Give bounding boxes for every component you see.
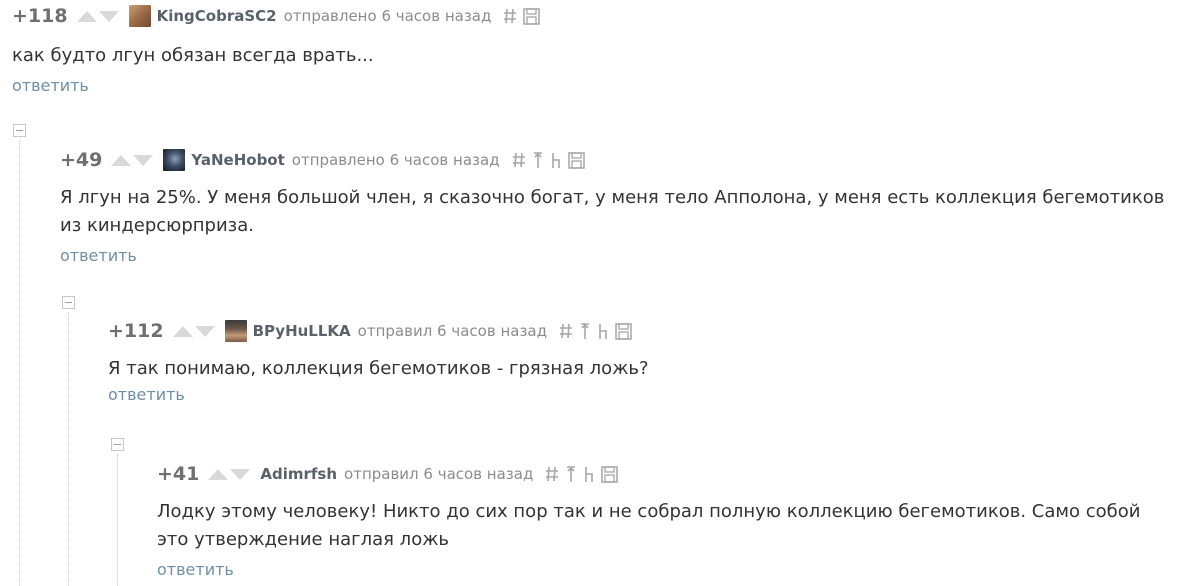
username[interactable]: BPyHuLLKA <box>253 322 351 340</box>
vote-down-icon[interactable] <box>230 468 251 480</box>
save-icon[interactable] <box>523 5 541 27</box>
vote-down-icon[interactable] <box>133 154 154 166</box>
timestamp: отправил 6 часов назад <box>344 465 534 483</box>
avatar[interactable] <box>224 320 247 342</box>
hash-icon[interactable] <box>503 5 517 27</box>
comment-4: +41 Adimrfsh отправил 6 часов назад Лодк… <box>157 460 1173 579</box>
username[interactable]: KingCobraSC2 <box>157 7 277 25</box>
collapse-icon[interactable] <box>111 438 124 451</box>
comment-header: +41 Adimrfsh отправил 6 часов назад <box>157 460 1173 488</box>
comment-text: как будто лгун обязан всегда врать... <box>12 45 374 66</box>
vote-controls <box>172 325 217 337</box>
hash-icon[interactable] <box>545 463 559 485</box>
comment-header: +112 BPyHuLLKA отправил 6 часов назад <box>108 317 1173 345</box>
comment-text: Я лгун на 25%. У меня большой член, я ск… <box>60 187 1165 236</box>
collapse-icon[interactable] <box>13 124 26 137</box>
vote-up-icon[interactable] <box>208 468 229 480</box>
reply-link[interactable]: ответить <box>108 385 185 404</box>
arrow-up-icon[interactable] <box>565 463 577 485</box>
comment-text: Лодку этому человеку! Никто до сих пор т… <box>157 501 1141 550</box>
timestamp: отправил 6 часов назад <box>357 322 547 340</box>
save-icon[interactable] <box>601 463 619 485</box>
timestamp: отправлено 6 часов назад <box>283 7 492 25</box>
vote-up-icon[interactable] <box>76 10 97 22</box>
thread-line <box>19 140 20 586</box>
avatar[interactable] <box>128 5 151 27</box>
comment-tools <box>512 149 591 171</box>
branch-icon[interactable] <box>597 320 609 342</box>
vote-controls <box>208 468 252 480</box>
arrow-up-icon[interactable] <box>579 320 591 342</box>
save-icon[interactable] <box>567 149 585 171</box>
vote-controls <box>76 10 121 22</box>
timestamp: отправлено 6 часов назад <box>291 151 500 169</box>
comment-tools <box>545 463 624 485</box>
branch-icon[interactable] <box>583 463 595 485</box>
comment-3: +112 BPyHuLLKA отправил 6 часов назад Я … <box>108 317 1173 404</box>
reply-link[interactable]: ответить <box>157 560 234 579</box>
save-icon[interactable] <box>615 320 632 342</box>
vote-up-icon[interactable] <box>111 154 132 166</box>
vote-down-icon[interactable] <box>98 10 119 22</box>
avatar[interactable] <box>163 149 186 171</box>
hash-icon[interactable] <box>559 320 573 342</box>
comment-header: +49 YaNeHobot отправлено 6 часов назад <box>60 146 1175 174</box>
comment-1: +118 KingCobraSC2 отправлено 6 часов наз… <box>12 2 1172 95</box>
comment-rating: +118 <box>12 5 68 27</box>
comment-rating: +112 <box>108 320 164 342</box>
comments-page: +118 KingCobraSC2 отправлено 6 часов наз… <box>0 0 1179 586</box>
username[interactable]: Adimrfsh <box>260 465 337 483</box>
thread-line <box>68 312 69 586</box>
arrow-up-icon[interactable] <box>532 149 544 171</box>
reply-link[interactable]: ответить <box>60 246 137 265</box>
vote-controls <box>111 154 155 166</box>
vote-down-icon[interactable] <box>194 325 215 337</box>
branch-icon[interactable] <box>550 149 562 171</box>
reply-link[interactable]: ответить <box>12 76 89 95</box>
thread-line <box>117 454 118 586</box>
comment-text: Я так понимаю, коллекция бегемотиков - г… <box>108 358 649 379</box>
vote-up-icon[interactable] <box>172 325 193 337</box>
collapse-icon[interactable] <box>62 296 75 309</box>
username[interactable]: YaNeHobot <box>191 151 284 169</box>
comment-rating: +49 <box>60 149 103 171</box>
comment-2: +49 YaNeHobot отправлено 6 часов назад Я… <box>60 146 1175 265</box>
comment-rating: +41 <box>157 463 200 485</box>
comment-header: +118 KingCobraSC2 отправлено 6 часов наз… <box>12 2 1172 30</box>
comment-tools <box>559 320 638 342</box>
comment-tools <box>503 5 546 27</box>
hash-icon[interactable] <box>512 149 526 171</box>
